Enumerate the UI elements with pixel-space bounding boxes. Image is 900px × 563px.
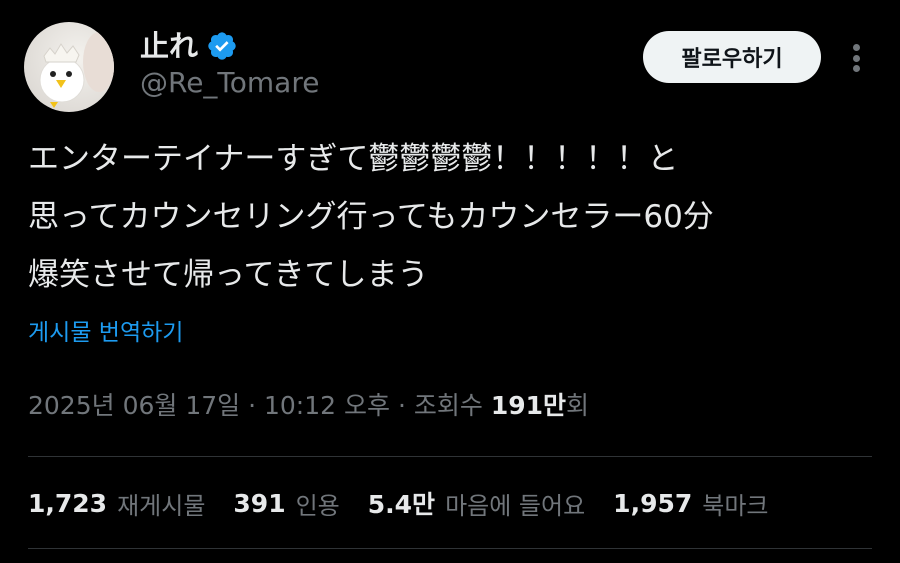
tweet-text-line: 爆笑させて帰ってきてしまう	[28, 257, 429, 293]
more-dot	[852, 65, 860, 72]
more-dot	[852, 54, 860, 62]
quotes-stat[interactable]: 391 인용	[233, 486, 339, 521]
chick-in-eggshell-avatar	[24, 22, 114, 112]
follow-button[interactable]: 팔로우하기	[643, 31, 821, 83]
more-vertical-icon[interactable]	[844, 40, 868, 76]
tweet-meta: 2025년 06월 17일 · 10:12 오후 · 조회수 191만회	[28, 386, 589, 426]
avatar[interactable]	[24, 22, 114, 112]
tweet-text-line: 思ってカウンセリング行ってもカウンセラー60分	[28, 199, 714, 235]
views-label: 조회수	[413, 391, 483, 420]
tweet-text: エンターテイナーすぎて鬱鬱鬱鬱！！！！！と 思ってカウンセリング行ってもカウンセ…	[28, 130, 868, 304]
bookmarks-stat[interactable]: 1,957 북마크	[613, 486, 768, 521]
verified-badge-icon	[206, 30, 238, 62]
views-suffix: 회	[566, 391, 590, 420]
engagement-stats: 1,723 재게시물 391 인용 5.4만 마음에 들어요 1,957 북마크	[28, 483, 797, 523]
divider	[28, 456, 872, 457]
stat-label: 재게시물	[117, 491, 206, 520]
views-count: 191만	[490, 391, 567, 420]
likes-stat[interactable]: 5.4만 마음에 들어요	[368, 485, 585, 521]
tweet-text-line: エンターテイナーすぎて鬱鬱鬱鬱！！！！！と	[28, 141, 679, 177]
stat-label: 마음에 들어요	[445, 491, 586, 520]
divider	[28, 548, 872, 549]
stat-value: 5.4만	[367, 490, 436, 519]
stat-label: 인용	[295, 491, 340, 520]
meta-separator: ·	[248, 391, 257, 420]
stat-value: 1,957	[613, 488, 693, 518]
meta-separator: ·	[397, 391, 406, 420]
author-handle[interactable]: @Re_Tomare	[140, 66, 319, 100]
stat-label: 북마크	[702, 491, 769, 520]
tweet-date[interactable]: 2025년 06월 17일	[28, 391, 240, 420]
stat-value: 1,723	[28, 488, 108, 518]
reposts-stat[interactable]: 1,723 재게시물	[28, 486, 205, 521]
author-name-row: 止れ	[140, 26, 238, 66]
display-name[interactable]: 止れ	[140, 31, 198, 61]
stat-value: 391	[233, 488, 286, 518]
tweet-time[interactable]: 10:12 오후	[264, 391, 390, 420]
more-dot	[852, 44, 860, 51]
translate-post-link[interactable]: 게시물 번역하기	[28, 316, 183, 350]
